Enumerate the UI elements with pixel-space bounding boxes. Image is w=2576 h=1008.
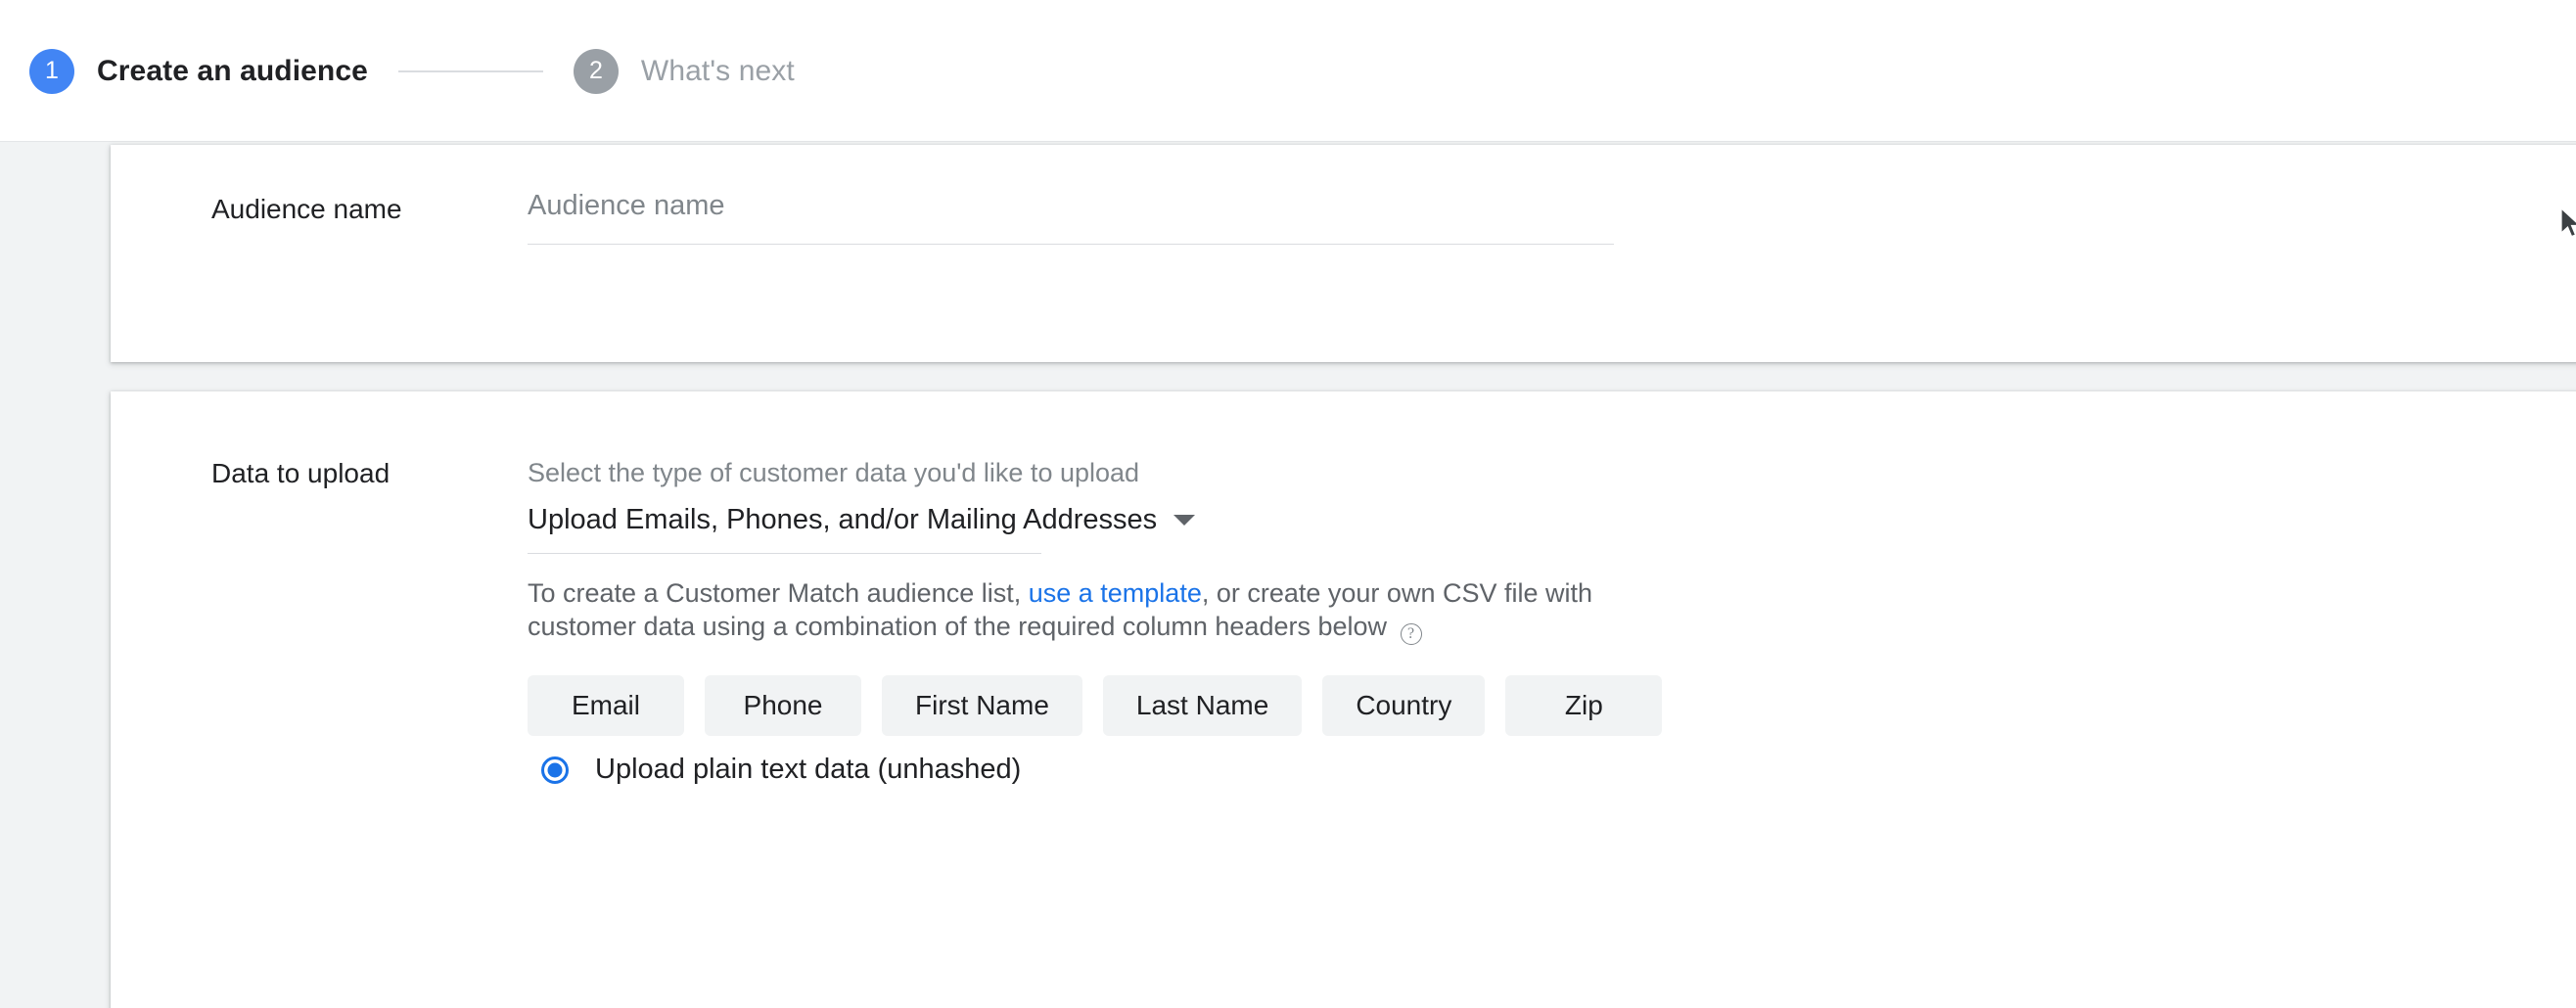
use-a-template-link[interactable]: use a template — [1029, 578, 1202, 608]
chip-last-name[interactable]: Last Name — [1102, 675, 1303, 736]
wizard-header: 1 Create an audience 2 What's next — [0, 0, 2576, 142]
help-circle-icon[interactable]: ? — [1400, 622, 1422, 645]
chip-country[interactable]: Country — [1322, 675, 1486, 736]
stepper-connector — [397, 69, 543, 72]
chip-email[interactable]: Email — [528, 675, 684, 736]
audience-name-card: Audience name — [111, 145, 2576, 362]
step-1-label: Create an audience — [97, 54, 368, 87]
chip-phone[interactable]: Phone — [705, 675, 861, 736]
audience-name-section-label: Audience name — [211, 194, 402, 224]
chip-first-name[interactable]: First Name — [882, 675, 1082, 736]
required-column-chips: Email Phone First Name Last Name Country… — [528, 675, 1663, 736]
template-description: To create a Customer Match audience list… — [528, 577, 1633, 645]
radio-upload-plain-text-label: Upload plain text data (unhashed) — [595, 754, 1022, 785]
chip-zip[interactable]: Zip — [1505, 675, 1663, 736]
step-1-badge: 1 — [29, 48, 74, 94]
data-type-select-value: Upload Emails, Phones, and/or Mailing Ad… — [528, 504, 1158, 535]
stepper: 1 Create an audience 2 What's next — [29, 0, 795, 142]
data-type-select[interactable]: Upload Emails, Phones, and/or Mailing Ad… — [528, 504, 1196, 554]
step-2-label: What's next — [640, 54, 795, 87]
chevron-down-icon — [1173, 515, 1196, 526]
data-to-upload-card: Data to upload Select the type of custom… — [111, 391, 2576, 1008]
step-2-badge: 2 — [573, 48, 619, 94]
page-root: 1 Create an audience 2 What's next Audie… — [0, 0, 2576, 1008]
stepper-step-2[interactable]: 2 What's next — [573, 48, 795, 94]
audience-name-field — [528, 190, 1614, 245]
description-part-1: To create a Customer Match audience list… — [528, 578, 1029, 608]
data-to-upload-section-label: Data to upload — [211, 458, 391, 488]
radio-selected-icon[interactable] — [541, 756, 569, 784]
data-type-helper-text: Select the type of customer data you'd l… — [528, 458, 1140, 487]
radio-upload-plain-text[interactable]: Upload plain text data (unhashed) — [541, 754, 1021, 786]
audience-name-input[interactable] — [528, 190, 1614, 245]
stepper-step-1[interactable]: 1 Create an audience — [29, 48, 368, 94]
